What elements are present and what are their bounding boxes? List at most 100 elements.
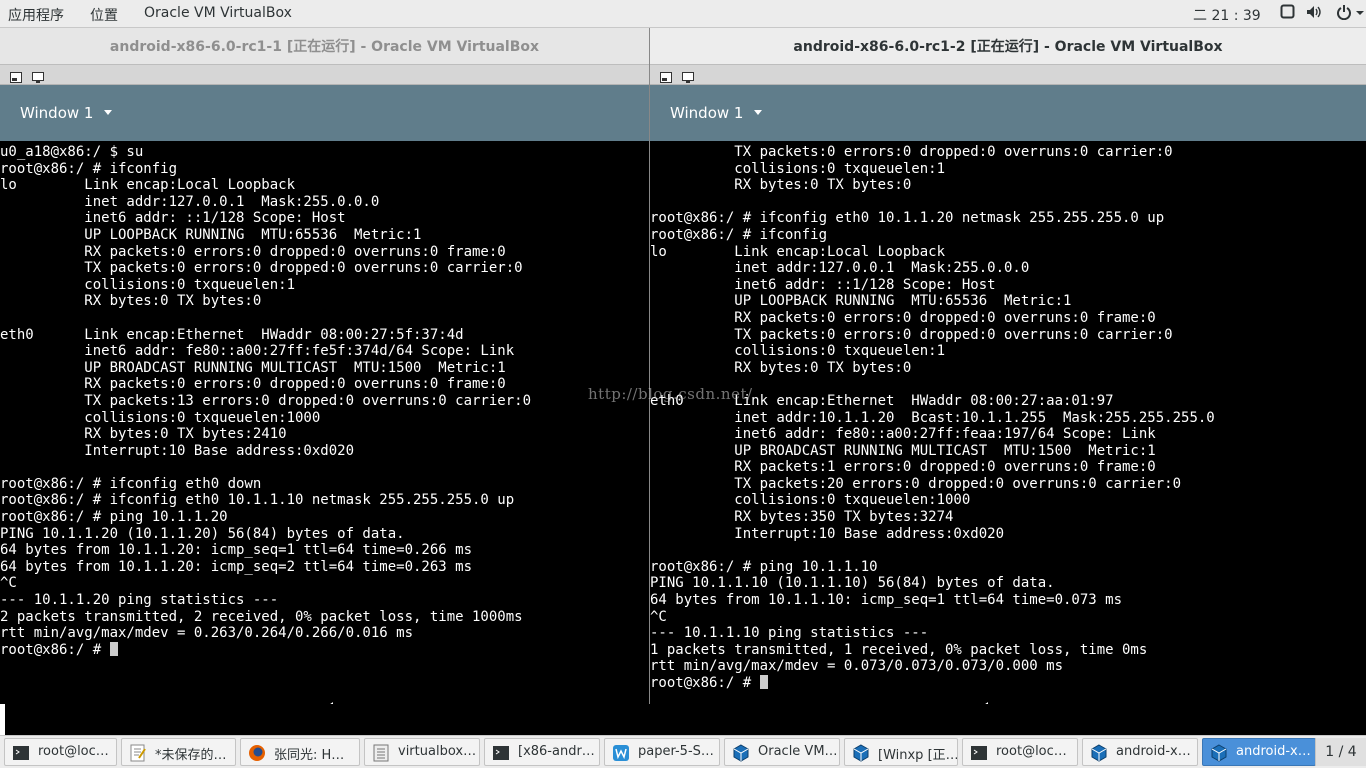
taskbar-item[interactable]: root@loc… — [4, 738, 117, 766]
terminal-output[interactable]: TX packets:0 errors:0 dropped:0 overruns… — [650, 144, 1366, 692]
power-menu-caret-icon[interactable] — [1356, 4, 1364, 20]
terminal-line: inet6 addr: ::1/128 Scope: Host — [0, 210, 346, 227]
vbox-menu-bar — [650, 65, 1366, 85]
terminal-line: Interrupt:10 Base address:0xd020 — [650, 525, 1005, 542]
home-icon[interactable] — [1079, 700, 1103, 704]
terminal-line: lo Link encap:Local Loopback — [0, 177, 296, 194]
taskbar-item-label: [x86-andr… — [518, 744, 595, 759]
taskbar-item[interactable]: 张同光: H… — [240, 738, 360, 766]
terminal-line: inet6 addr: ::1/128 Scope: Host — [650, 276, 996, 293]
screen-icon[interactable] — [1280, 4, 1296, 20]
terminal-line: root@x86:/ # ifconfig eth0 down — [0, 475, 262, 492]
virtualbox-icon — [732, 744, 750, 762]
terminal-line: TX packets:13 errors:0 dropped:0 overrun… — [0, 392, 532, 409]
taskbar-item[interactable]: android-x… — [1202, 738, 1316, 766]
terminal-icon — [492, 744, 510, 762]
terminal-line: TX packets:0 errors:0 dropped:0 overruns… — [650, 144, 1173, 160]
cursor — [759, 675, 768, 689]
back-icon[interactable] — [969, 700, 993, 704]
taskbar-item[interactable]: *未保存的… — [121, 738, 236, 766]
terminal-line: eth0 Link encap:Ethernet HWaddr 08:00:27… — [0, 326, 464, 343]
virtualbox-icon — [1090, 744, 1108, 762]
power-icon[interactable] — [1336, 4, 1352, 21]
terminal-line: TX packets:0 errors:0 dropped:0 overruns… — [0, 260, 523, 277]
terminal-line: PING 10.1.1.20 (10.1.1.20) 56(84) bytes … — [0, 525, 405, 542]
vm-window-1: android-x86-6.0-rc1-1 [正在运行] - Oracle VM… — [0, 28, 649, 704]
terminal-line: 2 packets transmitted, 2 received, 0% pa… — [0, 608, 523, 625]
terminal-icon — [12, 744, 30, 762]
terminal-line: Interrupt:10 Base address:0xd020 — [0, 442, 355, 459]
android-nav-bar — [0, 696, 649, 704]
window-selector[interactable]: Window 1 — [670, 104, 743, 122]
dropdown-caret-icon[interactable] — [104, 110, 112, 115]
terminal-line: root@x86:/ # ping 10.1.1.20 — [0, 509, 228, 526]
terminal-line: RX packets:1 errors:0 dropped:0 overruns… — [650, 459, 1156, 476]
terminal-line: root@x86:/ # ifconfig eth0 10.1.1.20 net… — [650, 210, 1165, 227]
terminal-prompt[interactable]: root@x86:/ # — [0, 641, 649, 659]
terminal-line: rtt min/avg/max/mdev = 0.263/0.264/0.266… — [0, 625, 414, 642]
watermark: http://blog.csdn.net/ — [588, 385, 753, 403]
terminal-line: rtt min/avg/max/mdev = 0.073/0.073/0.073… — [650, 658, 1064, 675]
recents-icon[interactable] — [1190, 700, 1214, 704]
display-icon[interactable] — [682, 68, 694, 83]
applications-menu[interactable]: 应用程序 — [8, 5, 64, 25]
window-selector[interactable]: Window 1 — [20, 104, 93, 122]
terminal-line: 64 bytes from 10.1.1.20: icmp_seq=2 ttl=… — [0, 558, 473, 575]
taskbar-item[interactable]: [Winxp [正… — [844, 738, 958, 766]
recents-icon[interactable] — [533, 700, 557, 704]
terminal-line: 64 bytes from 10.1.1.20: icmp_seq=1 ttl=… — [0, 542, 473, 559]
places-menu[interactable]: 位置 — [90, 5, 118, 25]
workspace-pager[interactable]: 1 / 4 — [1315, 738, 1366, 766]
terminal-line: RX bytes:0 TX bytes:0 — [650, 177, 912, 194]
taskbar-item-label: android-x… — [1116, 744, 1191, 759]
terminal-line: RX packets:0 errors:0 dropped:0 overruns… — [0, 376, 506, 393]
android-toolbar: Window 1 — [0, 85, 649, 141]
taskbar-item[interactable]: android-x… — [1082, 738, 1198, 766]
terminal-line: inet addr:127.0.0.1 Mask:255.0.0.0 — [650, 260, 1030, 277]
terminal-line: RX packets:0 errors:0 dropped:0 overruns… — [0, 243, 506, 260]
window-title[interactable]: android-x86-6.0-rc1-2 [正在运行] - Oracle VM… — [650, 28, 1366, 65]
terminal-line: eth0 Link encap:Ethernet HWaddr 08:00:27… — [650, 392, 1114, 409]
back-icon[interactable] — [314, 700, 338, 704]
clock[interactable]: 二 21 : 39 — [1193, 5, 1261, 25]
terminal-line: 64 bytes from 10.1.1.10: icmp_seq=1 ttl=… — [650, 592, 1123, 609]
terminal-line: inet6 addr: fe80::a00:27ff:fe5f:374d/64 … — [0, 343, 515, 360]
dropdown-caret-icon[interactable] — [754, 110, 762, 115]
terminal-line: UP LOOPBACK RUNNING MTU:65536 Metric:1 — [650, 293, 1072, 310]
terminal-line: RX bytes:0 TX bytes:0 — [650, 359, 912, 376]
taskbar-item[interactable]: root@loc… — [962, 738, 1078, 766]
terminal-line: inet6 addr: fe80::a00:27ff:feaa:197/64 S… — [650, 426, 1156, 443]
taskbar-item[interactable]: virtualbox… — [364, 738, 480, 766]
virtualbox-icon — [852, 744, 870, 762]
terminal-line: collisions:0 txqueuelen:1 — [650, 160, 946, 177]
minimize-icon[interactable] — [10, 68, 22, 83]
volume-icon[interactable] — [1306, 4, 1322, 20]
terminal-line: TX packets:0 errors:0 dropped:0 overruns… — [650, 326, 1173, 343]
taskbar-item[interactable]: paper-5-S… — [604, 738, 720, 766]
terminal-line: RX bytes:350 TX bytes:3274 — [650, 509, 954, 526]
taskbar-item[interactable]: [x86-andr… — [484, 738, 600, 766]
app-menu[interactable]: Oracle VM VirtualBox — [144, 5, 292, 21]
taskbar-item-label: Oracle VM… — [758, 744, 838, 759]
android-toolbar: Window 1 — [650, 85, 1366, 141]
terminal-prompt[interactable]: root@x86:/ # — [650, 675, 1366, 692]
home-icon[interactable] — [424, 700, 448, 704]
terminal-line: inet addr:127.0.0.1 Mask:255.0.0.0 — [0, 193, 380, 210]
terminal-line: 1 packets transmitted, 1 received, 0% pa… — [650, 641, 1148, 658]
terminal-line: inet addr:10.1.1.20 Bcast:10.1.1.255 Mas… — [650, 409, 1215, 426]
cursor — [109, 641, 118, 656]
minimize-icon[interactable] — [660, 68, 672, 83]
taskbar-item[interactable]: Oracle VM… — [724, 738, 840, 766]
window-title[interactable]: android-x86-6.0-rc1-1 [正在运行] - Oracle VM… — [0, 28, 649, 65]
text-editor-icon — [129, 744, 147, 762]
terminal-line: --- 10.1.1.20 ping statistics --- — [0, 592, 279, 609]
display-icon[interactable] — [32, 68, 44, 83]
terminal-line: root@x86:/ # ifconfig — [650, 226, 828, 243]
terminal-output[interactable]: u0_a18@x86:/ $ su root@x86:/ # ifconfig lo… — [0, 144, 649, 658]
taskbar-item-label: android-x… — [1236, 744, 1311, 759]
taskbar-item-label: paper-5-S… — [638, 744, 714, 759]
terminal-line: root@x86:/ # ifconfig eth0 10.1.1.10 net… — [0, 492, 515, 509]
firefox-icon — [248, 744, 266, 762]
terminal-line: u0_a18@x86:/ $ su — [0, 144, 144, 160]
